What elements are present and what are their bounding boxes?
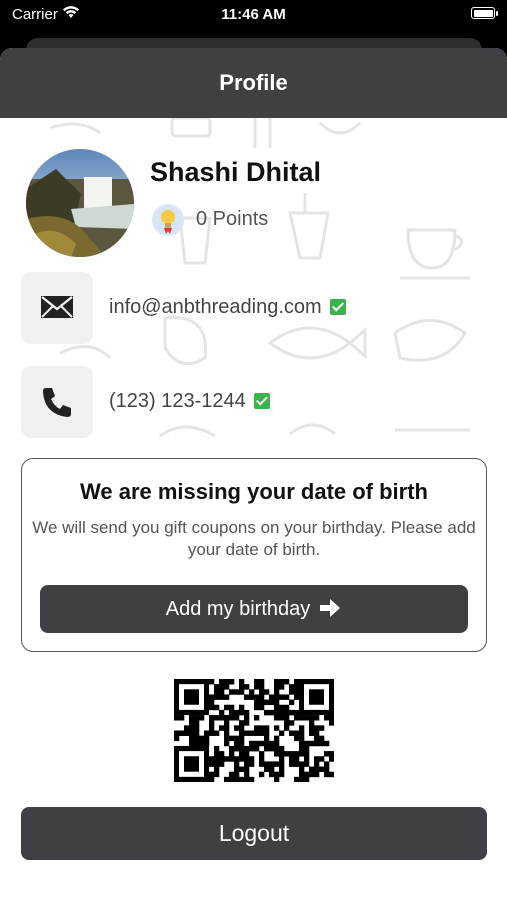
envelope-icon (21, 272, 93, 344)
page-title: Profile (0, 48, 507, 118)
add-birthday-label: Add my birthday (165, 598, 311, 620)
phone-icon (21, 366, 93, 438)
avatar[interactable] (26, 149, 134, 257)
logout-label: Logout (218, 820, 290, 846)
reward-badge-icon (152, 204, 184, 236)
battery-icon (471, 7, 498, 19)
user-name: Shashi Dhital (150, 157, 322, 187)
arrow-right-icon (320, 599, 341, 617)
email-value: info@anbthreading.com (109, 296, 322, 318)
status-time: 11:46 AM (221, 6, 286, 23)
phone-row: (123) 123-1244 (21, 366, 491, 438)
logout-button[interactable]: Logout (21, 807, 487, 860)
verified-check-icon (253, 393, 270, 409)
add-birthday-button[interactable]: Add my birthday (40, 585, 468, 633)
status-bar: Carrier 11:46 AM (0, 0, 507, 30)
email-row: info@anbthreading.com (21, 272, 491, 344)
birthday-card-title: We are missing your date of birth (80, 479, 428, 504)
qr-code (174, 679, 334, 782)
verified-check-icon (329, 299, 346, 315)
birthday-card: We are missing your date of birth We wil… (21, 458, 487, 652)
birthday-card-description: We will send you gift coupons on your bi… (32, 518, 476, 559)
phone-value: (123) 123-1244 (109, 390, 246, 412)
profile-sheet: Profile Shashi Dhital 0 Points info@anbt… (0, 48, 507, 900)
points-label: 0 Points (196, 208, 269, 230)
